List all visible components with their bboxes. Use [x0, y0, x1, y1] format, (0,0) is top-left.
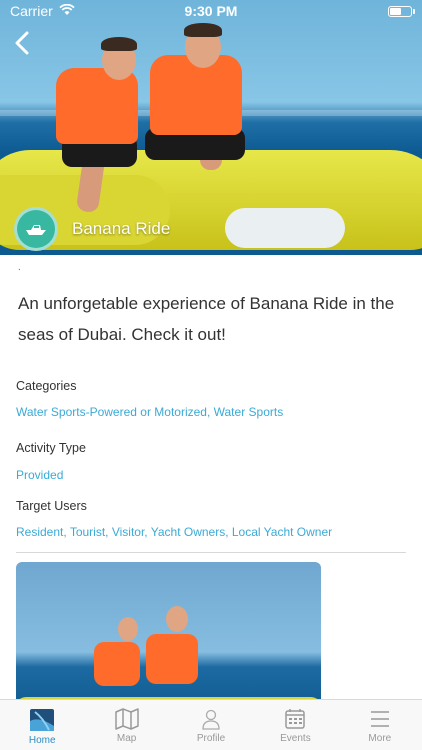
target-users-label: Target Users — [16, 499, 87, 513]
chevron-left-icon — [15, 31, 29, 55]
tab-more[interactable]: More — [338, 700, 422, 750]
tab-home-label: Home — [28, 735, 56, 746]
calendar-icon — [285, 709, 306, 729]
categories-value[interactable]: Water Sports-Powered or Motorized, Water… — [16, 405, 283, 419]
map-icon — [114, 708, 139, 730]
divider — [16, 552, 406, 553]
rider-hair — [184, 23, 222, 37]
target-users-value[interactable]: Resident, Tourist, Visitor, Yacht Owners… — [16, 525, 332, 539]
back-button[interactable] — [8, 28, 36, 58]
rider-hair — [101, 37, 137, 51]
tab-map[interactable]: Map — [84, 700, 168, 750]
tab-events[interactable]: Events — [253, 700, 337, 750]
activity-type-label: Activity Type — [16, 441, 86, 455]
profile-icon — [202, 709, 220, 730]
rider-vest — [56, 68, 138, 144]
status-bar: Carrier 9:30 PM — [0, 0, 422, 22]
battery-icon — [388, 5, 415, 17]
gallery-rider-head — [166, 606, 188, 632]
activity-title: Banana Ride — [72, 219, 171, 238]
carrier-label: Carrier — [10, 3, 53, 19]
boat-tube — [225, 208, 345, 248]
rider-vest — [150, 55, 242, 135]
tab-profile-label: Profile — [196, 733, 226, 744]
gallery-rider-head — [118, 617, 138, 641]
menu-icon — [370, 711, 389, 727]
gallery-rider-vest — [94, 642, 140, 686]
boat-icon — [14, 207, 58, 251]
activity-description: An unforgetable experience of Banana Rid… — [18, 294, 395, 344]
tab-profile[interactable]: Profile — [169, 700, 253, 750]
activity-type-value[interactable]: Provided — [16, 468, 63, 482]
tab-map-label: Map — [116, 733, 137, 744]
gallery-image[interactable] — [16, 562, 321, 712]
home-icon — [30, 709, 55, 731]
tab-more-label: More — [368, 733, 392, 744]
separator-dot: . — [18, 262, 21, 273]
gallery-rider-vest — [146, 634, 198, 684]
categories-label: Categories — [16, 379, 77, 393]
activity-header: Banana Ride — [14, 207, 170, 251]
status-left: Carrier — [10, 3, 75, 19]
tab-events-label: Events — [280, 733, 311, 744]
tab-bar: Home Map Profile Events More — [0, 699, 422, 750]
tab-home[interactable]: Home — [0, 700, 84, 750]
wifi-icon — [59, 3, 75, 19]
